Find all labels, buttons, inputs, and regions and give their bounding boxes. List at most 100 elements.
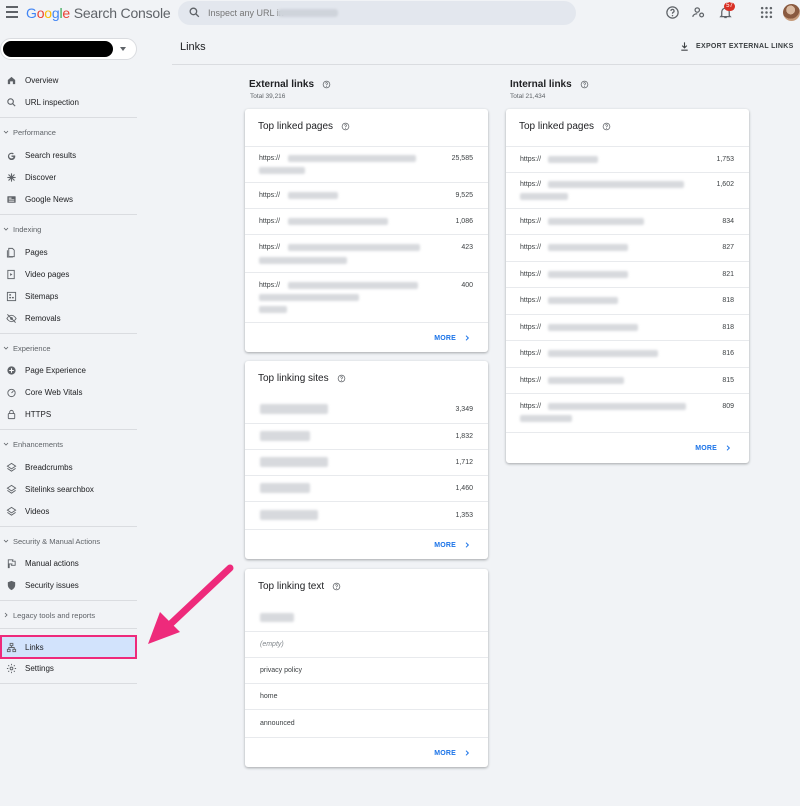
redacted-url [548, 271, 628, 278]
chevron-down-icon [3, 227, 9, 231]
table-row[interactable]: https:// 400 [245, 272, 488, 322]
chevron-right-icon [4, 612, 8, 618]
help-icon[interactable] [580, 80, 589, 89]
redacted-site [260, 404, 328, 414]
property-selector[interactable] [0, 38, 137, 60]
more-button[interactable]: MORE [434, 334, 471, 342]
divider [172, 64, 800, 65]
page-title: Links [180, 41, 206, 53]
hamburger-menu-icon[interactable] [6, 6, 18, 18]
nav-item-sitemaps[interactable]: Sitemaps [0, 286, 137, 306]
section-security-manual-actions[interactable]: Security & Manual Actions [0, 533, 137, 549]
more-button[interactable]: MORE [434, 541, 471, 549]
nav-item-url-inspection[interactable]: URL inspection [0, 92, 137, 112]
section-performance[interactable]: Performance [0, 124, 137, 140]
list-item[interactable] [245, 605, 488, 631]
manage-users-icon[interactable] [691, 5, 706, 20]
annotation-arrow-icon [148, 564, 234, 644]
table-row[interactable]: https:// 1,753 [506, 146, 749, 172]
list-item[interactable]: home [245, 683, 488, 709]
table-row[interactable]: https:// 818 [506, 287, 749, 314]
divider [0, 214, 137, 215]
more-button[interactable]: MORE [434, 749, 471, 757]
redacted-url [259, 306, 287, 313]
table-row[interactable]: https:// 821 [506, 261, 749, 287]
help-icon[interactable] [341, 122, 350, 131]
table-row[interactable]: https:// 25,585 [245, 146, 488, 182]
help-icon[interactable] [665, 5, 680, 20]
help-icon[interactable] [337, 374, 346, 383]
export-external-links-button[interactable]: EXPORT EXTERNAL LINKS [679, 41, 794, 52]
redacted-url [548, 156, 598, 163]
section-legacy-tools[interactable]: Legacy tools and reports [0, 607, 137, 623]
list-item[interactable]: privacy policy [245, 657, 488, 683]
redacted-url [548, 377, 624, 384]
nav-item-breadcrumbs[interactable]: Breadcrumbs [0, 457, 137, 477]
nav-item-removals[interactable]: Removals [0, 308, 137, 328]
nav-item-manual-actions[interactable]: Manual actions [0, 553, 137, 573]
url-inspection-search[interactable] [178, 1, 576, 25]
redacted-url [520, 193, 568, 200]
redacted-url [548, 350, 658, 357]
nav-item-overview[interactable]: Overview [0, 70, 137, 90]
redacted-site [260, 510, 318, 520]
divider [0, 429, 137, 430]
table-row[interactable]: 1,712 [245, 449, 488, 475]
nav-item-links[interactable]: Links [0, 635, 137, 659]
help-icon[interactable] [332, 582, 341, 591]
redacted-url [259, 294, 359, 301]
nav-item-settings[interactable]: Settings [0, 658, 137, 678]
account-avatar[interactable] [783, 4, 800, 21]
table-row[interactable]: https:// 1,602 [506, 172, 749, 208]
help-icon[interactable] [602, 122, 611, 131]
url-inspection-input[interactable] [208, 4, 548, 22]
redacted-site [260, 431, 310, 441]
table-row[interactable]: 3,349 [245, 397, 488, 423]
chevron-down-icon [3, 442, 9, 446]
nav-item-search-results[interactable]: Search results [0, 145, 137, 165]
internal-links-heading: Internal links [510, 79, 589, 90]
nav-item-videos[interactable]: Videos [0, 501, 137, 521]
section-indexing[interactable]: Indexing [0, 221, 137, 237]
chevron-right-icon [465, 335, 470, 341]
top-linking-text-card: Top linking text (empty) privacy policy … [245, 569, 488, 767]
more-button[interactable]: MORE [695, 444, 732, 452]
divider [0, 117, 137, 118]
divider [0, 333, 137, 334]
nav-item-google-news[interactable]: Google News [0, 189, 137, 209]
table-row[interactable]: https:// 827 [506, 234, 749, 261]
list-item[interactable]: announced [245, 709, 488, 737]
plus-circle-icon [7, 365, 16, 375]
help-icon[interactable] [322, 80, 331, 89]
card-footer: MORE [245, 529, 488, 559]
redacted-url [520, 415, 572, 422]
table-row[interactable]: 1,832 [245, 423, 488, 449]
table-row[interactable]: https:// 818 [506, 314, 749, 340]
section-experience[interactable]: Experience [0, 340, 137, 356]
table-row[interactable]: https:// 815 [506, 367, 749, 393]
table-row[interactable]: https:// 9,525 [245, 182, 488, 208]
redacted-text [260, 613, 294, 622]
table-row[interactable]: https:// 816 [506, 340, 749, 367]
table-row[interactable]: https:// 423 [245, 234, 488, 272]
product-name: Search Console [73, 5, 171, 21]
nav-item-https[interactable]: HTTPS [0, 404, 137, 424]
gear-icon [6, 663, 17, 673]
list-item[interactable]: (empty) [245, 631, 488, 657]
table-row[interactable]: https:// 834 [506, 208, 749, 234]
section-enhancements[interactable]: Enhancements [0, 436, 137, 452]
apps-grid-icon[interactable] [759, 5, 774, 20]
nav-item-discover[interactable]: Discover [0, 167, 137, 187]
nav-item-video-pages[interactable]: Video pages [0, 264, 137, 284]
nav-item-sitelinks-searchbox[interactable]: Sitelinks searchbox [0, 479, 137, 499]
table-row[interactable]: https:// 809 [506, 393, 749, 432]
nav-item-core-web-vitals[interactable]: Core Web Vitals [0, 382, 137, 402]
app-logo[interactable]: Google Search Console [26, 5, 171, 21]
nav-item-pages[interactable]: Pages [0, 242, 137, 262]
table-row[interactable]: 1,460 [245, 475, 488, 501]
nav-item-security-issues[interactable]: Security issues [0, 575, 137, 595]
table-row[interactable]: https:// 1,086 [245, 208, 488, 234]
nav-item-page-experience[interactable]: Page Experience [0, 360, 137, 380]
redacted-url [548, 403, 686, 410]
table-row[interactable]: 1,353 [245, 501, 488, 529]
